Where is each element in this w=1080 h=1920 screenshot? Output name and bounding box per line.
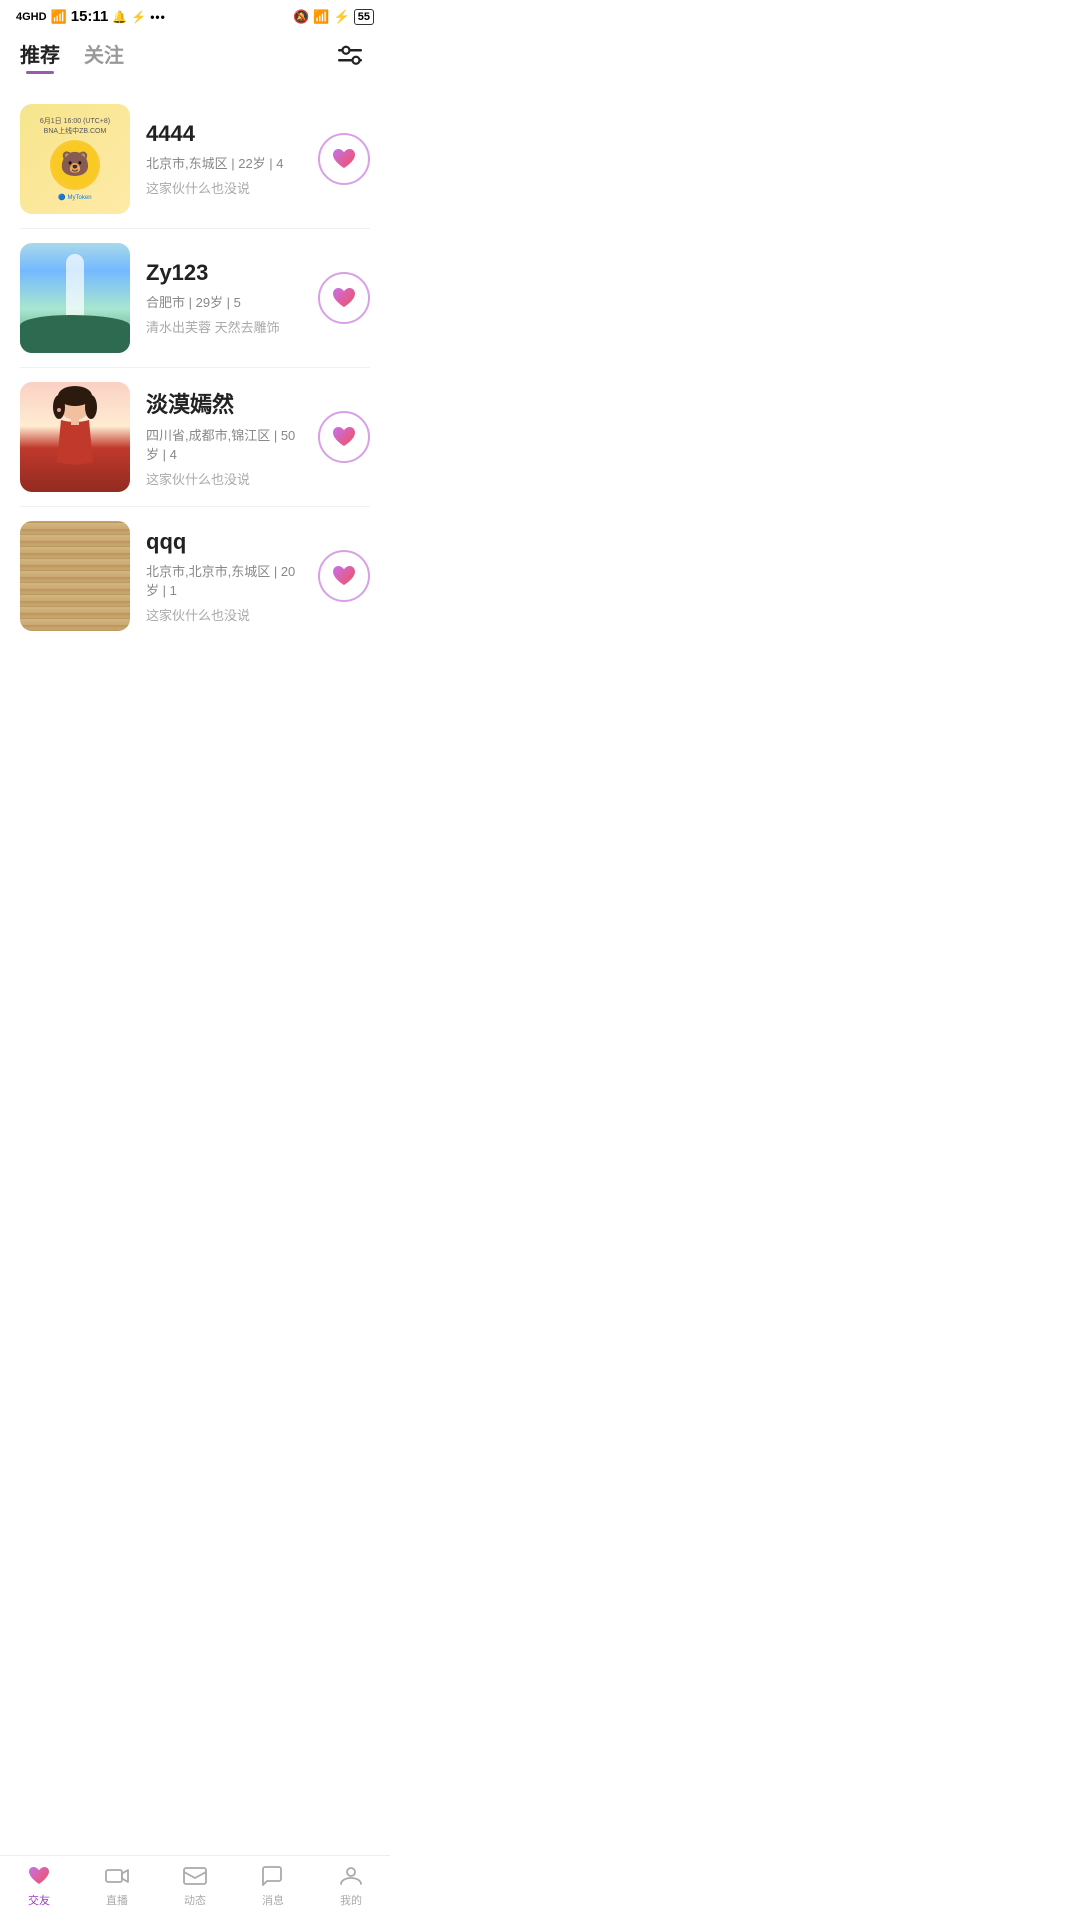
nav-item-live[interactable]: 直播 (78, 1864, 156, 1908)
tab-recommended[interactable]: 推荐 (20, 39, 60, 74)
status-right: 🔕 📶 ⚡ 55 (293, 9, 374, 25)
user-card-4[interactable]: qqq 北京市,北京市,东城区 | 20岁 | 1 这家伙什么也没说 (0, 507, 390, 645)
user-info-3: 淡漠嫣然 四川省,成都市,锦江区 | 50岁 | 4 这家伙什么也没说 (146, 387, 302, 488)
filter-button[interactable] (338, 45, 370, 69)
moments-icon (182, 1864, 208, 1888)
waterfall-rocks (20, 315, 130, 354)
battery-level: 55 (354, 9, 374, 25)
usb-icon: ⚡ (131, 10, 146, 24)
user-name-3: 淡漠嫣然 (146, 387, 302, 419)
user-name-4: qqq (146, 529, 302, 555)
live-icon (104, 1864, 130, 1888)
user-bio-4: 这家伙什么也没说 (146, 605, 302, 624)
like-button-3[interactable] (318, 411, 370, 463)
tab-bar: 推荐 关注 (20, 39, 124, 74)
friends-icon (26, 1864, 52, 1888)
user-meta-4: 北京市,北京市,东城区 | 20岁 | 1 (146, 561, 302, 599)
heart-icon-1 (331, 147, 357, 171)
user-list: 6月1日 16:00 (UTC+8)BNA上线中ZB.COM 🐻 🔵 MyTok… (0, 74, 390, 725)
nav-item-friends[interactable]: 交友 (0, 1864, 78, 1908)
status-bar: 4GHD 📶 15:11 🔔 ⚡ ••• 🔕 📶 ⚡ 55 (0, 0, 390, 29)
nav-label-live: 直播 (106, 1892, 128, 1908)
like-button-2[interactable] (318, 272, 370, 324)
header: 推荐 关注 (0, 29, 390, 74)
user-avatar-1: 6月1日 16:00 (UTC+8)BNA上线中ZB.COM 🐻 🔵 MyTok… (20, 104, 130, 214)
status-left: 4GHD 📶 15:11 🔔 ⚡ ••• (16, 8, 166, 25)
user-info-1: 4444 北京市,东城区 | 22岁 | 4 这家伙什么也没说 (146, 121, 302, 197)
user-meta-3: 四川省,成都市,锦江区 | 50岁 | 4 (146, 425, 302, 463)
filter-icon (338, 45, 370, 69)
user-card-2[interactable]: Zy123 合肥市 | 29岁 | 5 清水出芙蓉 天然去雕饰 (0, 229, 390, 367)
tab-following[interactable]: 关注 (84, 39, 124, 74)
nav-label-moments: 动态 (184, 1892, 206, 1908)
user-bio-1: 这家伙什么也没说 (146, 178, 302, 197)
user-meta-2: 合肥市 | 29岁 | 5 (146, 292, 302, 311)
signal-icon: 📶 (51, 9, 67, 25)
user-name-2: Zy123 (146, 260, 302, 286)
user-avatar-3 (20, 382, 130, 492)
user-avatar-4 (20, 521, 130, 631)
notification-icon: 🔔 (112, 10, 127, 24)
user-card-3[interactable]: 淡漠嫣然 四川省,成都市,锦江区 | 50岁 | 4 这家伙什么也没说 (0, 368, 390, 506)
user-info-4: qqq 北京市,北京市,东城区 | 20岁 | 1 这家伙什么也没说 (146, 529, 302, 624)
nav-item-mine[interactable]: 我的 (312, 1864, 390, 1908)
time-display: 15:11 (71, 8, 109, 25)
bottom-nav: 交友 直播 动态 消息 我的 (0, 1855, 390, 1920)
nav-label-friends: 交友 (28, 1892, 50, 1908)
nav-item-messages[interactable]: 消息 (234, 1864, 312, 1908)
more-icon: ••• (150, 10, 166, 24)
user-name-1: 4444 (146, 121, 302, 147)
heart-icon-4 (331, 564, 357, 588)
charging-icon: ⚡ (334, 9, 350, 25)
messages-icon (260, 1864, 286, 1888)
nav-label-messages: 消息 (262, 1892, 284, 1908)
user-avatar-2 (20, 243, 130, 353)
user-card-1[interactable]: 6月1日 16:00 (UTC+8)BNA上线中ZB.COM 🐻 🔵 MyTok… (0, 90, 390, 228)
like-button-4[interactable] (318, 550, 370, 602)
user-bio-2: 清水出芙蓉 天然去雕饰 (146, 317, 302, 336)
wifi-icon: 📶 (313, 9, 329, 25)
nav-item-moments[interactable]: 动态 (156, 1864, 234, 1908)
heart-icon-3 (331, 425, 357, 449)
heart-icon-2 (331, 286, 357, 310)
user-meta-1: 北京市,东城区 | 22岁 | 4 (146, 153, 302, 172)
user-info-2: Zy123 合肥市 | 29岁 | 5 清水出芙蓉 天然去雕饰 (146, 260, 302, 336)
nav-label-mine: 我的 (340, 1892, 362, 1908)
mine-icon (338, 1864, 364, 1888)
woman-silhouette (35, 382, 115, 492)
like-button-1[interactable] (318, 133, 370, 185)
user-bio-3: 这家伙什么也没说 (146, 469, 302, 488)
bell-icon: 🔕 (293, 9, 309, 25)
mytoken-logo: 🔵 MyToken (58, 194, 91, 201)
network-type: 4GHD (16, 11, 47, 23)
bear-mascot: 🐻 (50, 140, 100, 190)
